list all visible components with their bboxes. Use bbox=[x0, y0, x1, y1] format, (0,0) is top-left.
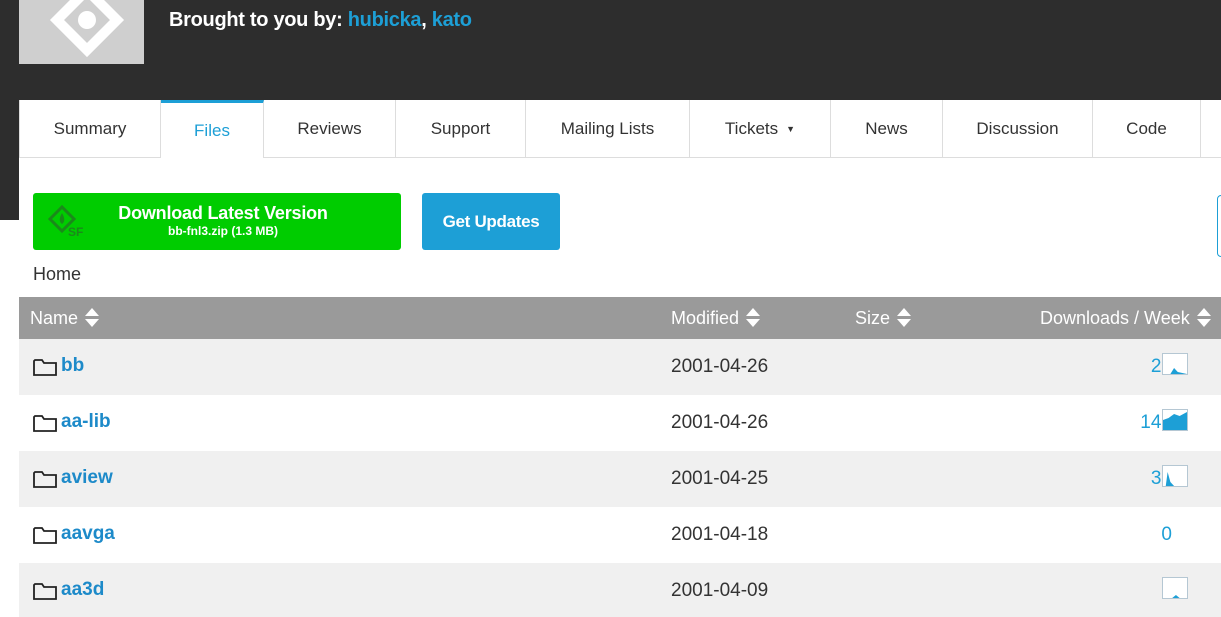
project-logo bbox=[19, 0, 144, 64]
column-label: Size bbox=[855, 307, 891, 328]
tab-code[interactable]: Code bbox=[1093, 100, 1201, 157]
tab-label: News bbox=[865, 118, 908, 138]
downloads-sparkline-icon[interactable] bbox=[1162, 353, 1188, 375]
folder-link[interactable]: aview bbox=[61, 467, 113, 489]
column-label: Downloads / Week bbox=[1040, 307, 1190, 328]
files-table: Name Modified Size Downloads / Week bb 20… bbox=[19, 297, 1221, 617]
modified-date: 2001-04-25 bbox=[671, 468, 769, 489]
table-row: bb2001-04-2623 bbox=[19, 339, 1221, 395]
tab-reviews[interactable]: Reviews bbox=[264, 100, 396, 157]
sort-icon bbox=[85, 308, 100, 328]
table-row: aa-lib 2001-04-26 147 bbox=[19, 395, 1221, 451]
tab-discussion[interactable]: Discussion bbox=[943, 100, 1093, 157]
author-link-hubicka[interactable]: hubicka bbox=[348, 9, 422, 31]
table-header: Name Modified Size Downloads / Week bbox=[19, 297, 1221, 339]
tab-label: Support bbox=[430, 118, 491, 138]
tab-news[interactable]: News bbox=[831, 100, 943, 157]
column-label: Modified bbox=[671, 307, 740, 328]
main-content: Summary Files Reviews Support Mailing Li… bbox=[19, 100, 1221, 617]
folder-link[interactable]: aa3d bbox=[61, 579, 104, 601]
caret-down-icon: ▼ bbox=[786, 123, 796, 134]
project-tabs: Summary Files Reviews Support Mailing Li… bbox=[19, 100, 1221, 158]
side-widget-edge bbox=[1217, 195, 1221, 257]
column-header-downloads[interactable]: Downloads / Week bbox=[1040, 297, 1211, 339]
sort-icon bbox=[746, 308, 761, 328]
tab-files[interactable]: Files bbox=[161, 100, 264, 158]
download-filename: bb-fnl3.zip (1.3 MB) bbox=[168, 224, 278, 238]
author-separator: , bbox=[421, 9, 427, 31]
column-header-name[interactable]: Name bbox=[30, 297, 100, 339]
folder-link[interactable]: aa-lib bbox=[61, 411, 111, 433]
column-header-modified[interactable]: Modified bbox=[671, 297, 761, 339]
tab-label: Files bbox=[194, 120, 230, 140]
tab-label: Mailing Lists bbox=[560, 118, 655, 138]
tab-summary[interactable]: Summary bbox=[20, 100, 161, 157]
sort-icon bbox=[897, 308, 912, 328]
breadcrumb: Home bbox=[33, 264, 81, 285]
modified-date: 2001-04-26 bbox=[671, 412, 769, 433]
folder-icon bbox=[33, 582, 57, 606]
tab-label: Code bbox=[1126, 118, 1167, 138]
folder-link[interactable]: aavga bbox=[61, 523, 115, 545]
sort-icon bbox=[1196, 308, 1211, 328]
folder-icon bbox=[33, 414, 57, 438]
downloads-count[interactable]: 0 bbox=[1161, 524, 1172, 546]
downloads-sparkline-icon[interactable] bbox=[1162, 465, 1188, 487]
byline-label: Brought to you by: bbox=[169, 9, 343, 31]
get-updates-button[interactable]: Get Updates bbox=[422, 193, 560, 250]
column-label: Name bbox=[30, 307, 79, 328]
folder-icon bbox=[33, 470, 57, 494]
tab-label: Reviews bbox=[297, 118, 362, 138]
tab-label: Tickets bbox=[724, 118, 779, 138]
modified-date: 2001-04-26 bbox=[671, 356, 769, 377]
column-header-size[interactable]: Size bbox=[855, 297, 912, 339]
tab-label: Discussion bbox=[976, 118, 1059, 138]
table-body: bb2001-04-2623aa-lib2001-04-26147aview20… bbox=[19, 339, 1221, 617]
byline: Brought to you by: hubicka, kato bbox=[169, 9, 472, 32]
downloads-sparkline-icon[interactable] bbox=[1162, 409, 1188, 431]
get-updates-label: Get Updates bbox=[442, 211, 540, 231]
table-row: aa3d2001-04-097 bbox=[19, 563, 1221, 617]
tab-mailing-lists[interactable]: Mailing Lists bbox=[526, 100, 690, 157]
folder-link[interactable]: bb bbox=[61, 355, 84, 377]
logo-diamond-icon bbox=[49, 0, 125, 58]
downloads-sparkline-icon[interactable] bbox=[1162, 577, 1188, 599]
folder-icon bbox=[33, 358, 57, 382]
author-link-kato[interactable]: kato bbox=[432, 9, 472, 31]
tab-support[interactable]: Support bbox=[396, 100, 526, 157]
tab-label: Summary bbox=[53, 118, 127, 138]
tab-tickets[interactable]: Tickets ▼ bbox=[690, 100, 831, 157]
breadcrumb-home[interactable]: Home bbox=[33, 264, 81, 284]
download-latest-button[interactable]: SF Download Latest Version bb-fnl3.zip (… bbox=[33, 193, 401, 250]
folder-icon bbox=[33, 526, 57, 550]
table-row: aview2001-04-2535 bbox=[19, 451, 1221, 507]
modified-date: 2001-04-09 bbox=[671, 580, 769, 601]
download-title: Download Latest Version bbox=[118, 203, 328, 223]
modified-date: 2001-04-18 bbox=[671, 524, 769, 545]
table-row: aavga 2001-04-18 0 bbox=[19, 507, 1221, 563]
